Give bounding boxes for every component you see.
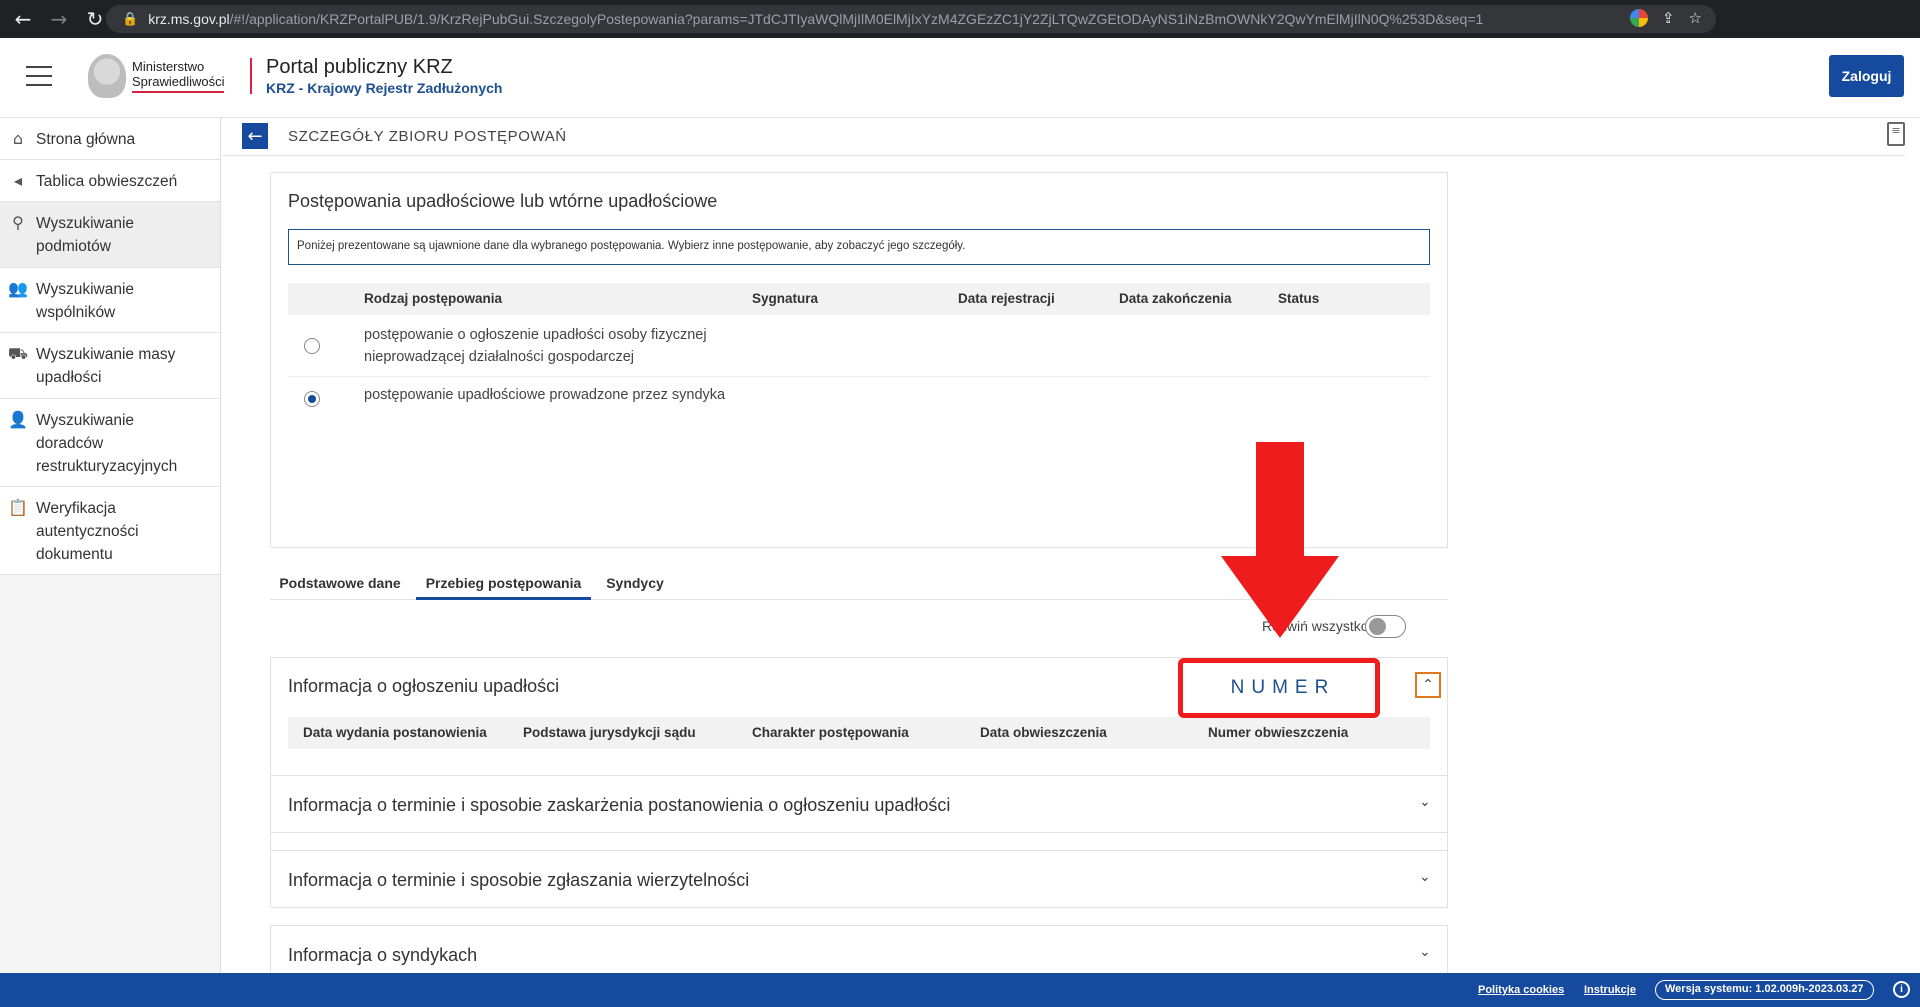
column-header: Data wydania postanowienia	[303, 725, 487, 740]
share-icon[interactable]: ⇪	[1662, 9, 1675, 27]
person-add-icon: 👤	[8, 410, 28, 429]
sidebar-item-entity-search[interactable]: ⚲ Wyszukiwanie podmiotów	[0, 202, 220, 268]
portal-subtitle: KRZ - Krajowy Rejestr Zadłużonych	[266, 80, 503, 96]
expand-all-toggle[interactable]	[1365, 615, 1406, 638]
eagle-emblem-icon	[88, 54, 126, 98]
back-arrow-icon[interactable]: ←	[10, 6, 36, 32]
chevron-up-icon[interactable]: ⌃	[1415, 672, 1441, 698]
column-header: Sygnatura	[752, 291, 819, 306]
sidebar-item-partner-search[interactable]: 👥 Wyszukiwanie wspólników	[0, 268, 220, 333]
car-icon: ⛟	[7, 344, 29, 363]
section-title: Informacja o ogłoszeniu upadłości	[288, 676, 560, 696]
url-text: krz.ms.gov.pl/#!/application/KRZPortalPU…	[148, 11, 1484, 27]
chevron-down-icon[interactable]: ⌄	[1419, 869, 1431, 885]
column-header: Status	[1278, 291, 1320, 306]
page-title: SZCZEGÓŁY ZBIORU POSTĘPOWAŃ	[288, 128, 567, 145]
portal-title: Portal publiczny KRZ	[266, 56, 453, 78]
claims-info-card[interactable]: Informacja o terminie i sposobie zgłasza…	[270, 850, 1448, 908]
column-header: Data zakończenia	[1119, 291, 1232, 306]
table-row[interactable]: postępowanie upadłościowe prowadzone prz…	[288, 377, 1430, 417]
proceeding-type: postępowanie upadłościowe prowadzone prz…	[364, 387, 726, 403]
trustees-info-card[interactable]: Informacja o syndykach ⌄	[270, 925, 1448, 973]
address-bar[interactable]: 🔒 krz.ms.gov.pl/#!/application/KRZPortal…	[106, 5, 1716, 33]
section-title: Informacja o terminie i sposobie zgłasza…	[288, 870, 750, 890]
column-header: Rodzaj postępowania	[364, 291, 503, 306]
tab-basic-data[interactable]: Podstawowe dane	[270, 565, 410, 600]
tab-trustees[interactable]: Syndycy	[595, 565, 675, 600]
main-content: ← SZCZEGÓŁY ZBIORU POSTĘPOWAŃ ≡ ▲ ▼ Post…	[222, 118, 1905, 973]
section-title: Informacja o syndykach	[288, 945, 478, 965]
proceedings-title: Postępowania upadłościowe lub wtórne upa…	[288, 191, 718, 211]
column-header: Data obwieszczenia	[980, 725, 1107, 740]
people-icon: 👥	[8, 279, 28, 298]
browser-toolbar: ← → ↻ 🔒 krz.ms.gov.pl/#!/application/KRZ…	[0, 0, 1920, 38]
ministry-name-line2: Sprawiedliwości	[132, 74, 225, 89]
announcement-table-header: Data wydania postanowienia Podstawa jury…	[288, 717, 1430, 749]
annotation-arrow-head	[1221, 556, 1339, 638]
reload-icon[interactable]: ↻	[82, 6, 108, 32]
tab-proceedings-course[interactable]: Przebieg postępowania	[416, 565, 591, 600]
sidebar-item-advisor-search[interactable]: 👤 Wyszukiwanie doradców restrukturyzacyj…	[0, 399, 220, 487]
google-icon[interactable]	[1629, 9, 1648, 27]
proceeding-type: postępowanie o ogłoszenie upadłości osob…	[364, 327, 707, 343]
sidebar-item-notices[interactable]: ◂ Tablica obwieszczeń	[0, 160, 220, 202]
clipboard-check-icon: 📋	[8, 498, 28, 517]
proceedings-table-header: Rodzaj postępowania Sygnatura Data rejes…	[288, 283, 1430, 315]
column-header: Numer obwieszczenia	[1208, 725, 1349, 740]
sidebar: ⌂ Strona główna ◂ Tablica obwieszczeń ⚲ …	[0, 118, 221, 973]
column-header: Charakter postępowania	[752, 725, 909, 740]
column-header: Data rejestracji	[958, 291, 1055, 306]
chevron-down-icon[interactable]: ⌄	[1419, 794, 1431, 810]
login-button[interactable]: Zaloguj	[1829, 55, 1904, 97]
back-button[interactable]: ←	[242, 123, 268, 149]
megaphone-icon: ◂	[13, 171, 23, 190]
header-divider	[250, 58, 252, 94]
lock-icon: 🔒	[122, 11, 139, 27]
appeal-info-card[interactable]: Informacja o terminie i sposobie zaskarż…	[270, 775, 1448, 833]
hamburger-menu-icon[interactable]	[26, 66, 52, 86]
proceedings-info-box: Poniżej prezentowane są ujawnione dane d…	[288, 229, 1430, 265]
site-header: Ministerstwo Sprawiedliwości Portal publ…	[0, 38, 1920, 118]
document-icon[interactable]: ≡	[1887, 122, 1905, 146]
chevron-down-icon[interactable]: ⌄	[1419, 944, 1431, 960]
info-icon[interactable]: i	[1893, 981, 1910, 998]
table-row[interactable]: postępowanie o ogłoszenie upadłości osob…	[288, 315, 1430, 377]
annotation-arrow-shaft	[1256, 442, 1304, 560]
footer: Polityka cookies Instrukcje Wersja syste…	[0, 973, 1920, 1007]
proceeding-type: nieprowadzącej działalności gospodarczej	[364, 349, 635, 365]
sidebar-item-home[interactable]: ⌂ Strona główna	[0, 118, 220, 160]
version-badge: Wersja systemu: 1.02.009h-2023.03.27	[1655, 980, 1874, 1000]
ministry-name-line1: Ministerstwo	[132, 59, 205, 74]
proceeding-radio[interactable]	[304, 391, 320, 407]
forward-arrow-icon[interactable]: →	[46, 6, 72, 32]
instructions-link[interactable]: Instrukcje	[1584, 984, 1636, 996]
home-icon: ⌂	[12, 129, 24, 148]
cookie-policy-link[interactable]: Polityka cookies	[1478, 984, 1564, 996]
annotation-numer-box: NUMER	[1178, 658, 1380, 718]
star-icon[interactable]: ☆	[1689, 9, 1702, 27]
sidebar-item-document-verify[interactable]: 📋 Weryfikacja autentyczności dokumentu	[0, 487, 220, 575]
page-header: ← SZCZEGÓŁY ZBIORU POSTĘPOWAŃ ≡	[222, 118, 1905, 156]
person-search-icon: ⚲	[12, 213, 24, 232]
ministry-logo[interactable]: Ministerstwo Sprawiedliwości	[88, 54, 225, 98]
sidebar-item-estate-search[interactable]: ⛟ Wyszukiwanie masy upadłości	[0, 333, 220, 399]
proceeding-radio[interactable]	[304, 338, 320, 354]
column-header: Podstawa jurysdykcji sądu	[523, 725, 696, 740]
section-title: Informacja o terminie i sposobie zaskarż…	[288, 795, 951, 815]
